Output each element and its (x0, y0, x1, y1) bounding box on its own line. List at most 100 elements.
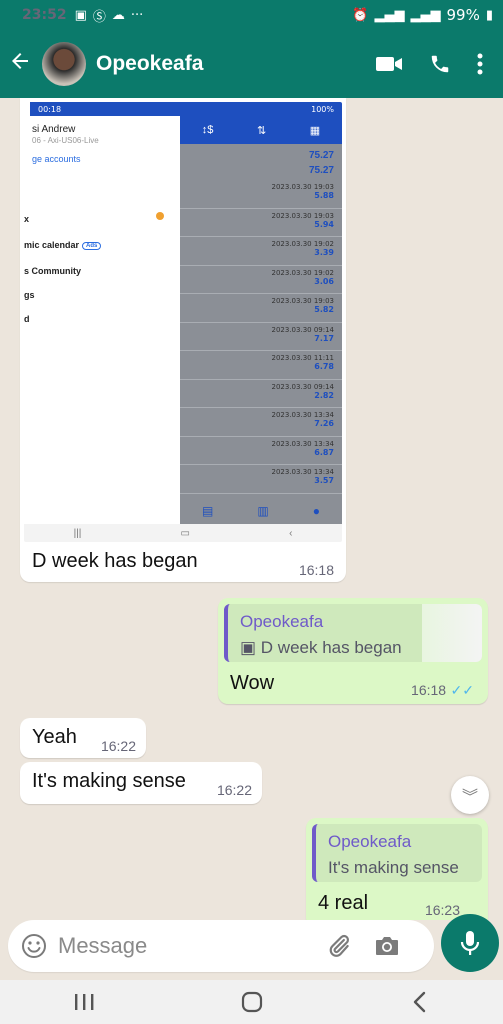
video-call-icon[interactable] (375, 54, 403, 74)
quote-thumbnail (422, 604, 482, 662)
embedded-drawer: si Andrew 06 - Axi-US06-Live ge accounts… (24, 116, 180, 524)
embedded-trade-date: 2023.03.30 19:03 (271, 211, 334, 220)
embedded-trade-value: 5.82 (314, 305, 334, 314)
attach-icon[interactable] (326, 933, 352, 959)
message-input[interactable] (58, 933, 318, 959)
embedded-trade-value: 5.94 (314, 219, 334, 229)
back-arrow-icon[interactable] (8, 49, 38, 80)
message-text: It's making sense (32, 770, 186, 792)
embedded-trade-row: 2023.03.30 09:14 2.82 (180, 380, 342, 408)
embedded-trade-date: 2023.03.30 13:34 (271, 439, 334, 448)
embedded-trade-date: 2023.03.30 13:34 (271, 411, 334, 419)
embedded-menu-item: d (24, 314, 30, 324)
embedded-nav-bar: ||| ▭ ‹ (24, 524, 342, 542)
avatar[interactable] (42, 42, 86, 86)
more-options-icon[interactable] (477, 53, 483, 75)
embedded-trade-row: 2023.03.30 13:34 6.87 (180, 437, 342, 465)
embedded-history-panel: ↕$ ⇅ ▦ 75.27 75.27 2023.03.30 19:03 5.88 2… (180, 116, 342, 524)
more-notifications-icon: ··· (130, 7, 144, 23)
message-composer (8, 920, 434, 972)
message-text: 4 real (318, 892, 369, 914)
embedded-battery: 100% (311, 104, 334, 114)
composer-bar (0, 914, 503, 980)
image-message[interactable]: 00:18 100% si Andrew 06 - Axi-US06-Live … (20, 98, 346, 582)
back-icon[interactable] (410, 990, 430, 1014)
embedded-menu-item: gs (24, 290, 35, 300)
embedded-bottom-bar: ▤ ▥ ● (180, 498, 342, 524)
outgoing-message[interactable]: Opeokeafa It's making sense 4 real 16:23 (306, 818, 488, 920)
gallery-icon: ▣ (74, 7, 87, 23)
double-chevron-down-icon: ︾ (461, 789, 478, 806)
embedded-trade-date: 2023.03.30 13:34 (271, 468, 334, 476)
embedded-menu-item: x (24, 214, 30, 224)
embedded-trade-value: 2.82 (314, 390, 334, 400)
image-icon: ▣ (240, 638, 261, 657)
embedded-status-time: 00:18 (38, 104, 62, 114)
notification-icons: ▣ Ⓢ ☁ ··· (75, 6, 144, 25)
emoji-icon[interactable] (20, 932, 48, 960)
quoted-message[interactable]: Opeokeafa ▣ D week has began (224, 604, 482, 662)
embedded-sort-icon: ⇅ (256, 124, 267, 137)
home-icon[interactable] (240, 990, 264, 1014)
battery-level: 99% (446, 6, 480, 24)
embedded-news-icon: ▥ (257, 504, 269, 518)
skype-icon: Ⓢ (92, 9, 106, 25)
quoted-message[interactable]: Opeokeafa It's making sense (312, 824, 482, 882)
incoming-message[interactable]: Yeah 16:22 (20, 718, 146, 758)
embedded-trade-value: 3.39 (314, 248, 334, 257)
embedded-trade-row: 2023.03.30 13:34 7.26 (180, 408, 342, 437)
camera-icon[interactable] (374, 934, 400, 958)
status-bar: 23:52 ▣ Ⓢ ☁ ··· ⏰ ▂▄▆ ▂▄▆ 99% ▮ (0, 0, 503, 30)
embedded-trade-date: 2023.03.30 09:14 (271, 325, 334, 334)
incoming-message[interactable]: It's making sense 16:22 (20, 762, 262, 804)
embedded-trade-row: 2023.03.30 09:14 7.17 (180, 323, 342, 351)
status-time: 23:52 (22, 7, 67, 23)
shared-screenshot[interactable]: 00:18 100% si Andrew 06 - Axi-US06-Live … (24, 102, 342, 542)
contact-name[interactable]: Opeokeafa (96, 52, 203, 76)
embedded-recents-icon: ||| (73, 527, 82, 539)
battery-icon: ▮ (485, 7, 493, 23)
message-time: 16:18 (411, 682, 447, 698)
embedded-trade-row: 2023.03.30 19:03 5.94 (180, 209, 342, 237)
chat-area[interactable]: 00:18 100% si Andrew 06 - Axi-US06-Live … (0, 98, 503, 920)
quote-sender: Opeokeafa (328, 832, 412, 851)
voice-call-icon[interactable] (429, 53, 451, 75)
embedded-trade-row: 2023.03.30 19:03 5.88 (180, 180, 342, 209)
message-text: Wow (230, 672, 275, 694)
message-text: Yeah (32, 726, 77, 748)
system-nav-bar (0, 980, 503, 1024)
scroll-down-button[interactable]: ︾ (451, 776, 489, 814)
embedded-trade-value: 6.78 (314, 362, 334, 371)
outgoing-message[interactable]: Opeokeafa ▣ D week has began Wow 16:18 ✓… (218, 598, 488, 704)
embedded-status-bar: 00:18 100% (30, 102, 342, 116)
embedded-trade-date: 2023.03.30 11:11 (271, 354, 334, 362)
read-ticks-icon: ✓✓ (450, 682, 474, 698)
embedded-trade-row: 2023.03.30 19:02 3.06 (180, 266, 342, 294)
signal-icon: ▂▄▆ (374, 7, 405, 23)
embedded-menu-item: s Community (24, 266, 82, 276)
embedded-account-name: si Andrew (32, 124, 76, 135)
embedded-trade-value: 7.26 (314, 419, 334, 428)
embedded-home-icon: ▭ (180, 527, 190, 539)
message-time: 16:18 (298, 562, 334, 578)
embedded-trade-value: 3.06 (314, 276, 334, 286)
embedded-chat-icon: ● (312, 504, 320, 518)
alarm-icon: ⏰ (352, 7, 369, 23)
message-time: 16:22 (216, 782, 252, 798)
embedded-top-value: 75.27 (308, 150, 334, 161)
embedded-calendar-icon: ▦ (309, 124, 321, 137)
quote-text: It's making sense (328, 858, 459, 877)
embedded-trade-row: 2023.03.30 11:11 6.78 (180, 351, 342, 380)
chat-header: Opeokeafa (0, 30, 503, 98)
message-meta: 16:18 ✓✓ (411, 682, 474, 700)
embedded-trade-value: 5.88 (314, 191, 334, 200)
embedded-trade-date: 2023.03.30 19:02 (271, 268, 334, 277)
microphone-button[interactable] (441, 914, 499, 972)
embedded-menu-item: mic calendar Ads (24, 240, 102, 250)
recents-icon[interactable] (73, 992, 95, 1012)
microphone-icon (460, 931, 480, 955)
embedded-trade-date: 2023.03.30 19:03 (271, 183, 334, 191)
embedded-ads-badge: Ads (82, 241, 102, 250)
embedded-top-value: 75.27 (308, 165, 334, 176)
embedded-trade-row: 2023.03.30 13:34 3.57 (180, 465, 342, 494)
